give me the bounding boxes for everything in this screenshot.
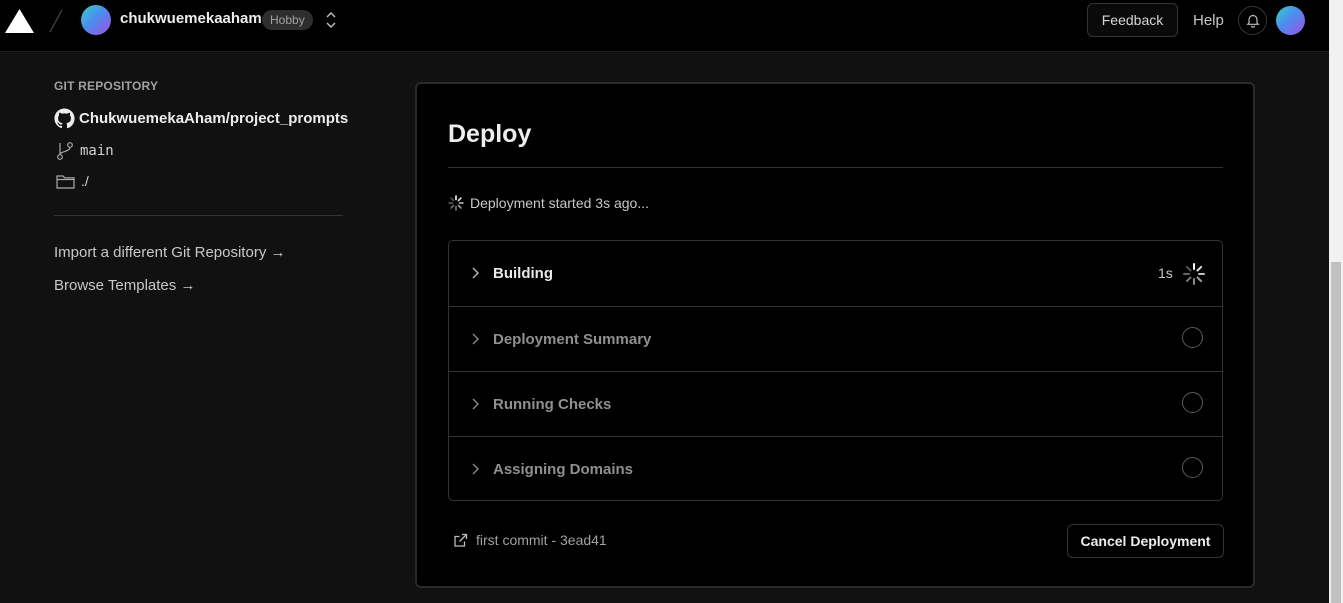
user-avatar[interactable]	[1276, 6, 1305, 35]
deployment-status: Deployment started 3s ago...	[448, 195, 649, 211]
help-link[interactable]: Help	[1193, 12, 1224, 29]
git-repository-label: GIT REPOSITORY	[54, 79, 159, 93]
step-label: Running Checks	[493, 396, 612, 413]
step-deployment-summary[interactable]: Deployment Summary	[449, 306, 1222, 371]
chevron-right-icon	[472, 463, 479, 475]
slash-separator-icon	[49, 9, 63, 33]
commit-message: first commit - 3ead41	[476, 532, 607, 548]
pending-circle-icon	[1182, 457, 1203, 478]
branch-name: main	[80, 143, 114, 159]
bell-icon	[1245, 14, 1260, 28]
step-label: Deployment Summary	[493, 331, 652, 348]
import-git-repository-link[interactable]: Import a different Git Repository →	[54, 244, 285, 261]
chevron-right-icon	[472, 398, 479, 410]
spinner-icon	[448, 195, 464, 211]
team-switcher-icon[interactable]	[324, 10, 338, 30]
step-building[interactable]: Building 1s	[449, 241, 1222, 306]
notifications-button[interactable]	[1238, 6, 1267, 35]
root-directory: ./	[81, 173, 89, 189]
directory-row: ./	[56, 173, 89, 189]
title-divider	[448, 167, 1223, 168]
repo-name[interactable]: ChukwuemekaAham/project_prompts	[79, 110, 348, 127]
cancel-deployment-button[interactable]: Cancel Deployment	[1067, 524, 1224, 558]
repo-row: ChukwuemekaAham/project_prompts	[54, 108, 348, 129]
page-title: Deploy	[448, 120, 532, 148]
plan-badge: Hobby	[262, 10, 313, 30]
step-label: Assigning Domains	[493, 461, 634, 478]
top-bar: chukwuemekaaham Hobby Feedback Help	[0, 0, 1329, 52]
step-label: Building	[493, 265, 553, 282]
github-icon	[54, 108, 75, 129]
team-avatar[interactable]	[81, 5, 111, 35]
vercel-logo-icon[interactable]	[4, 8, 35, 34]
step-duration: 1s	[1158, 265, 1173, 281]
chevron-right-icon	[472, 267, 479, 279]
step-running-checks[interactable]: Running Checks	[449, 371, 1222, 436]
folder-icon	[56, 175, 75, 189]
deploy-card: Deploy Deployment started 3s ago... Buil…	[415, 82, 1255, 588]
step-assigning-domains[interactable]: Assigning Domains	[449, 436, 1222, 501]
deployment-steps: Building 1s Deployment Summary Running C…	[448, 240, 1223, 501]
git-branch-icon	[57, 142, 73, 160]
browse-templates-link[interactable]: Browse Templates →	[54, 277, 195, 294]
deployment-status-text: Deployment started 3s ago...	[470, 195, 649, 211]
sidebar-divider	[54, 215, 343, 216]
spinner-icon	[1183, 263, 1205, 285]
scrollbar-thumb[interactable]	[1331, 262, 1341, 603]
pending-circle-icon	[1182, 327, 1203, 348]
chevron-right-icon	[472, 333, 479, 345]
branch-row: main	[56, 141, 114, 161]
team-name[interactable]: chukwuemekaaham	[120, 10, 262, 27]
pending-circle-icon	[1182, 392, 1203, 413]
feedback-button[interactable]: Feedback	[1087, 3, 1178, 37]
external-link-icon	[454, 533, 468, 547]
commit-link[interactable]: first commit - 3ead41	[453, 532, 607, 548]
